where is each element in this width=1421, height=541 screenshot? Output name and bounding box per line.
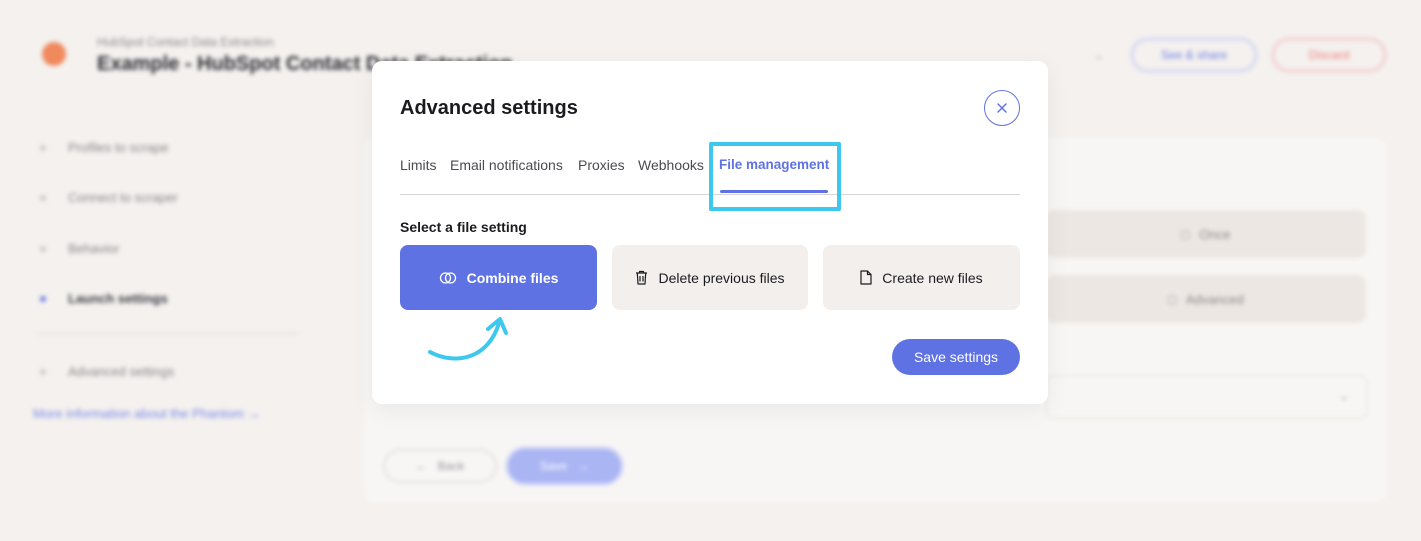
option-label: Create new files [882, 269, 983, 286]
step-dot-icon [40, 144, 46, 151]
sidebar-item-label: Profiles to scrape [68, 140, 169, 155]
option-label: Combine files [466, 269, 559, 286]
step-dot-icon [40, 194, 46, 201]
option-label: Delete previous files [658, 269, 785, 286]
save-settings-button[interactable]: Save settings [892, 339, 1020, 375]
sidebar-item-launch[interactable]: Launch settings [40, 291, 168, 306]
app-logo [42, 42, 66, 66]
chevron-down-icon: ⌄ [1094, 48, 1105, 62]
step-dot-icon [40, 295, 46, 302]
sidebar-item-behavior[interactable]: Behavior [40, 241, 119, 256]
arrow-left-icon: ← [415, 459, 428, 473]
share-button[interactable]: See & share [1131, 38, 1257, 72]
card-label: Once [1199, 226, 1231, 242]
back-label: Back [437, 459, 465, 473]
sidebar-item-label: Connect to scraper [68, 190, 178, 205]
tab-proxies[interactable]: Proxies [578, 157, 625, 173]
combine-files-option[interactable]: Combine files [400, 245, 597, 310]
delete-previous-files-option[interactable]: Delete previous files [612, 245, 808, 310]
discard-button[interactable]: Discard [1272, 38, 1386, 72]
sidebar-item-advanced[interactable]: Advanced settings [40, 364, 174, 379]
info-link[interactable]: More information about the Phantom → [33, 406, 261, 421]
close-button[interactable] [984, 90, 1020, 126]
tab-email-notifications[interactable]: Email notifications [450, 157, 563, 173]
close-icon [997, 103, 1007, 113]
step-dot-icon [40, 245, 46, 252]
launch-advanced-card[interactable]: □ Advanced [1046, 275, 1366, 323]
launch-once-card[interactable]: □ Once [1046, 210, 1366, 258]
sidebar-item-label: Launch settings [68, 291, 168, 306]
tab-limits[interactable]: Limits [400, 157, 437, 173]
settings-tabs: Limits Email notifications Proxies Webho… [400, 157, 1020, 195]
breadcrumb: HubSpot Contact Data Extraction [97, 35, 274, 49]
sidebar-item-profiles[interactable]: Profiles to scrape [40, 140, 168, 155]
arrow-right-icon: → [577, 459, 590, 473]
sidebar-item-label: Advanced settings [68, 364, 175, 379]
chevron-down-icon: ⌄ [1338, 389, 1349, 403]
card-label: Advanced [1186, 291, 1244, 307]
next-label: Save [539, 459, 568, 473]
gear-icon [40, 368, 46, 375]
tab-webhooks[interactable]: Webhooks [638, 157, 704, 173]
sidebar-item-connect[interactable]: Connect to scraper [40, 190, 178, 205]
save-next-button[interactable]: Save → [508, 449, 621, 483]
file-icon [860, 270, 872, 285]
sidebar-divider [36, 333, 298, 334]
trash-icon [636, 270, 648, 285]
modal-title: Advanced settings [400, 97, 578, 119]
curved-arrow-icon [428, 317, 508, 361]
advanced-settings-modal: Advanced settings Limits Email notificat… [372, 61, 1048, 404]
calendar-icon: □ [1168, 291, 1177, 307]
active-tab-indicator [720, 190, 828, 193]
tab-file-management[interactable]: File management [719, 157, 829, 172]
sidebar-item-label: Behavior [68, 241, 120, 256]
calendar-icon: □ [1181, 226, 1190, 242]
create-new-files-option[interactable]: Create new files [823, 245, 1020, 310]
combine-icon [439, 271, 456, 284]
section-label: Select a file setting [400, 219, 527, 235]
frequency-select[interactable]: ⌄ [1046, 375, 1368, 419]
back-button[interactable]: ← Back [383, 449, 497, 483]
